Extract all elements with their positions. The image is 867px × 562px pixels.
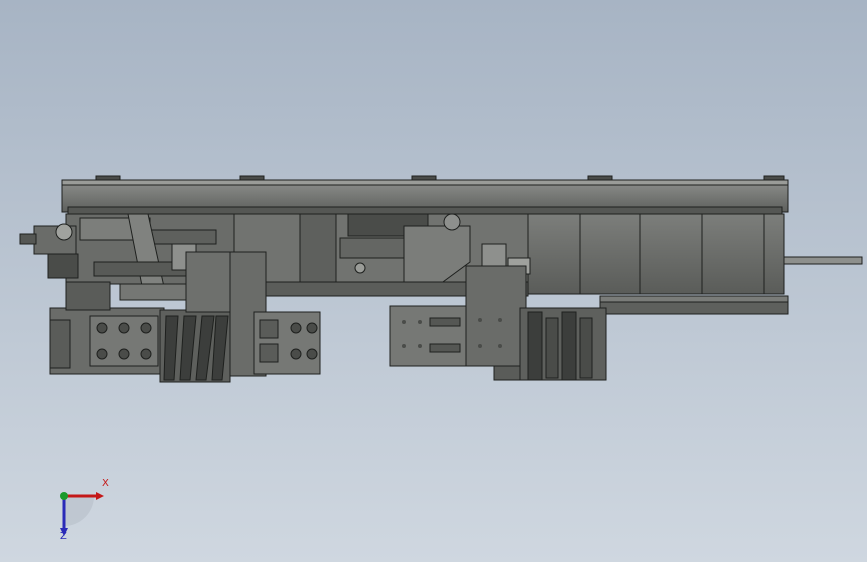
lower-block-right <box>465 265 527 367</box>
side-panel <box>519 213 785 295</box>
coordinate-triad: X Z <box>40 478 120 550</box>
x-axis-label: X <box>102 478 109 489</box>
beam-bottom-rail <box>67 206 783 215</box>
z-axis-label: Z <box>60 531 67 542</box>
triad-graphic <box>60 492 104 536</box>
lower-plate <box>389 305 471 367</box>
shaft-extension <box>783 256 863 265</box>
cad-viewport[interactable]: X Z <box>0 0 867 562</box>
cad-assembly-model[interactable] <box>0 0 867 562</box>
beam-top-rail <box>61 179 789 186</box>
lower-rail <box>599 301 789 315</box>
center-bolt <box>354 262 366 274</box>
